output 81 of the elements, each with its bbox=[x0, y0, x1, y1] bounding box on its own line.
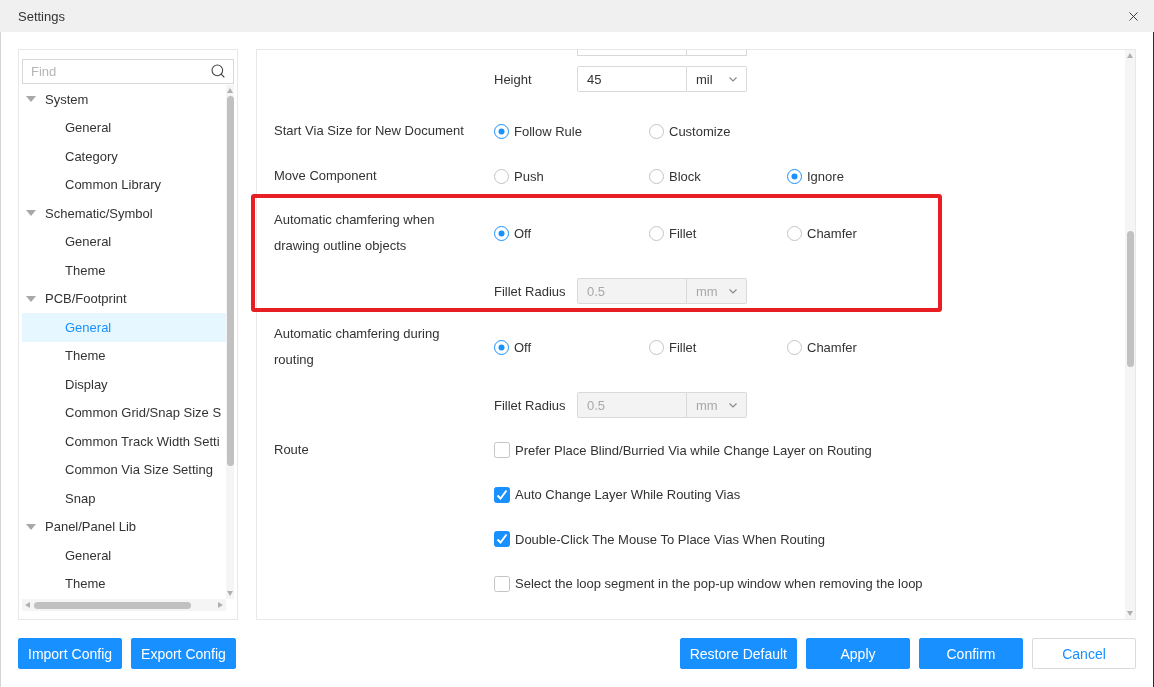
setting-label: Automatic chamfering when drawing outline objects bbox=[274, 211, 436, 255]
radio-label: Chamfer bbox=[807, 225, 857, 241]
horizontal-scrollbar[interactable] bbox=[22, 599, 226, 611]
radio-button[interactable] bbox=[494, 339, 509, 355]
tree-item[interactable]: Category bbox=[22, 142, 226, 171]
tree-item[interactable]: Common Track Width Setti bbox=[22, 427, 226, 456]
checkbox-label: Prefer Place Blind/Burried Via while Change Layer on Routing bbox=[515, 442, 872, 458]
scrollbar-thumb[interactable] bbox=[1126, 231, 1134, 367]
tree-item[interactable]: Theme bbox=[22, 341, 226, 370]
radio-button[interactable] bbox=[649, 168, 664, 184]
field-label: Fillet Radius bbox=[494, 283, 567, 299]
checkbox-label: Select the loop segment in the pop-up window when removing the loop bbox=[515, 576, 923, 591]
radio-label: Off bbox=[514, 225, 532, 241]
tree-item[interactable]: Display bbox=[22, 370, 226, 399]
input-field[interactable] bbox=[577, 50, 687, 56]
chevron-down-icon bbox=[729, 76, 737, 82]
unit-select[interactable] bbox=[687, 50, 747, 56]
tree-item[interactable]: Common Grid/Snap Size S bbox=[22, 398, 226, 427]
tree-item[interactable]: PCB/Footprint bbox=[22, 284, 226, 313]
field-label: Fillet Radius bbox=[494, 397, 567, 413]
radio-label: Fillet bbox=[669, 225, 697, 241]
chevron-down-icon bbox=[729, 402, 737, 408]
caret-down-icon[interactable] bbox=[26, 295, 36, 302]
radio-button[interactable] bbox=[787, 168, 802, 184]
tree-item[interactable]: Schematic/Symbol bbox=[22, 199, 226, 228]
radio-button[interactable] bbox=[494, 123, 509, 139]
caret-down-icon[interactable] bbox=[26, 210, 36, 217]
radio-button[interactable] bbox=[787, 225, 802, 241]
scrollbar-thumb[interactable] bbox=[34, 601, 191, 609]
tree-item[interactable]: Snap bbox=[22, 484, 226, 513]
chevron-down-icon bbox=[729, 288, 737, 294]
checkbox[interactable] bbox=[494, 442, 510, 458]
radio-label: Fillet bbox=[669, 339, 697, 355]
window-title: Settings bbox=[18, 8, 65, 24]
arrow-down-icon[interactable] bbox=[1127, 611, 1133, 616]
setting-label: Route bbox=[274, 441, 310, 459]
tree-item[interactable]: System bbox=[22, 85, 226, 114]
radio-button[interactable] bbox=[649, 225, 664, 241]
radio-button[interactable] bbox=[494, 225, 509, 241]
tree-item[interactable]: General bbox=[22, 227, 226, 256]
radio-label: Follow Rule bbox=[514, 123, 582, 139]
field-label: Height bbox=[494, 71, 533, 87]
checkbox-label: Auto Change Layer While Routing Vias bbox=[515, 487, 741, 502]
tree-item[interactable]: Panel/Panel Lib bbox=[22, 512, 226, 541]
checkbox[interactable] bbox=[494, 575, 510, 592]
tree-item[interactable]: Common Library bbox=[22, 170, 226, 199]
radio-label: Push bbox=[514, 168, 544, 184]
setting-label: Move Component bbox=[274, 167, 378, 185]
vertical-scrollbar[interactable] bbox=[226, 85, 234, 599]
radio-label: Off bbox=[514, 339, 532, 355]
radio-label: Block bbox=[669, 168, 701, 184]
search-field[interactable]: Find bbox=[22, 59, 234, 84]
input-field[interactable]: 45 bbox=[577, 66, 687, 92]
checkbox[interactable] bbox=[494, 531, 510, 547]
tree-item[interactable]: Common Via Size Setting bbox=[22, 455, 226, 484]
arrow-up-icon[interactable] bbox=[227, 88, 233, 93]
checkbox[interactable] bbox=[494, 486, 510, 503]
radio-button[interactable] bbox=[649, 339, 664, 355]
radio-button[interactable] bbox=[494, 168, 509, 184]
radio-button[interactable] bbox=[649, 123, 664, 139]
arrow-down-icon[interactable] bbox=[227, 591, 233, 596]
tree-item[interactable]: Theme bbox=[22, 569, 226, 598]
radio-label: Customize bbox=[669, 123, 731, 139]
checkbox-label: Double-Click The Mouse To Place Vias When Routing bbox=[515, 531, 825, 547]
arrow-right-icon[interactable] bbox=[218, 602, 223, 608]
tree-item[interactable]: General bbox=[22, 113, 226, 142]
radio-label: Chamfer bbox=[807, 339, 857, 355]
caret-down-icon[interactable] bbox=[26, 523, 36, 530]
caret-down-icon[interactable] bbox=[26, 96, 36, 103]
tree-item[interactable]: General bbox=[22, 541, 226, 570]
radio-label: Ignore bbox=[807, 168, 844, 184]
arrow-left-icon[interactable] bbox=[25, 602, 30, 608]
arrow-up-icon[interactable] bbox=[1127, 53, 1133, 58]
scrollbar-thumb[interactable] bbox=[226, 96, 234, 466]
vertical-scrollbar[interactable] bbox=[1125, 50, 1135, 619]
search-icon[interactable] bbox=[210, 63, 226, 79]
radio-button[interactable] bbox=[787, 339, 802, 355]
setting-label: Start Via Size for New Document bbox=[274, 122, 465, 140]
setting-label: Automatic chamfering during routing bbox=[274, 325, 441, 369]
tree-item[interactable]: Theme bbox=[22, 256, 226, 285]
unit-select[interactable]: mil bbox=[687, 66, 747, 92]
